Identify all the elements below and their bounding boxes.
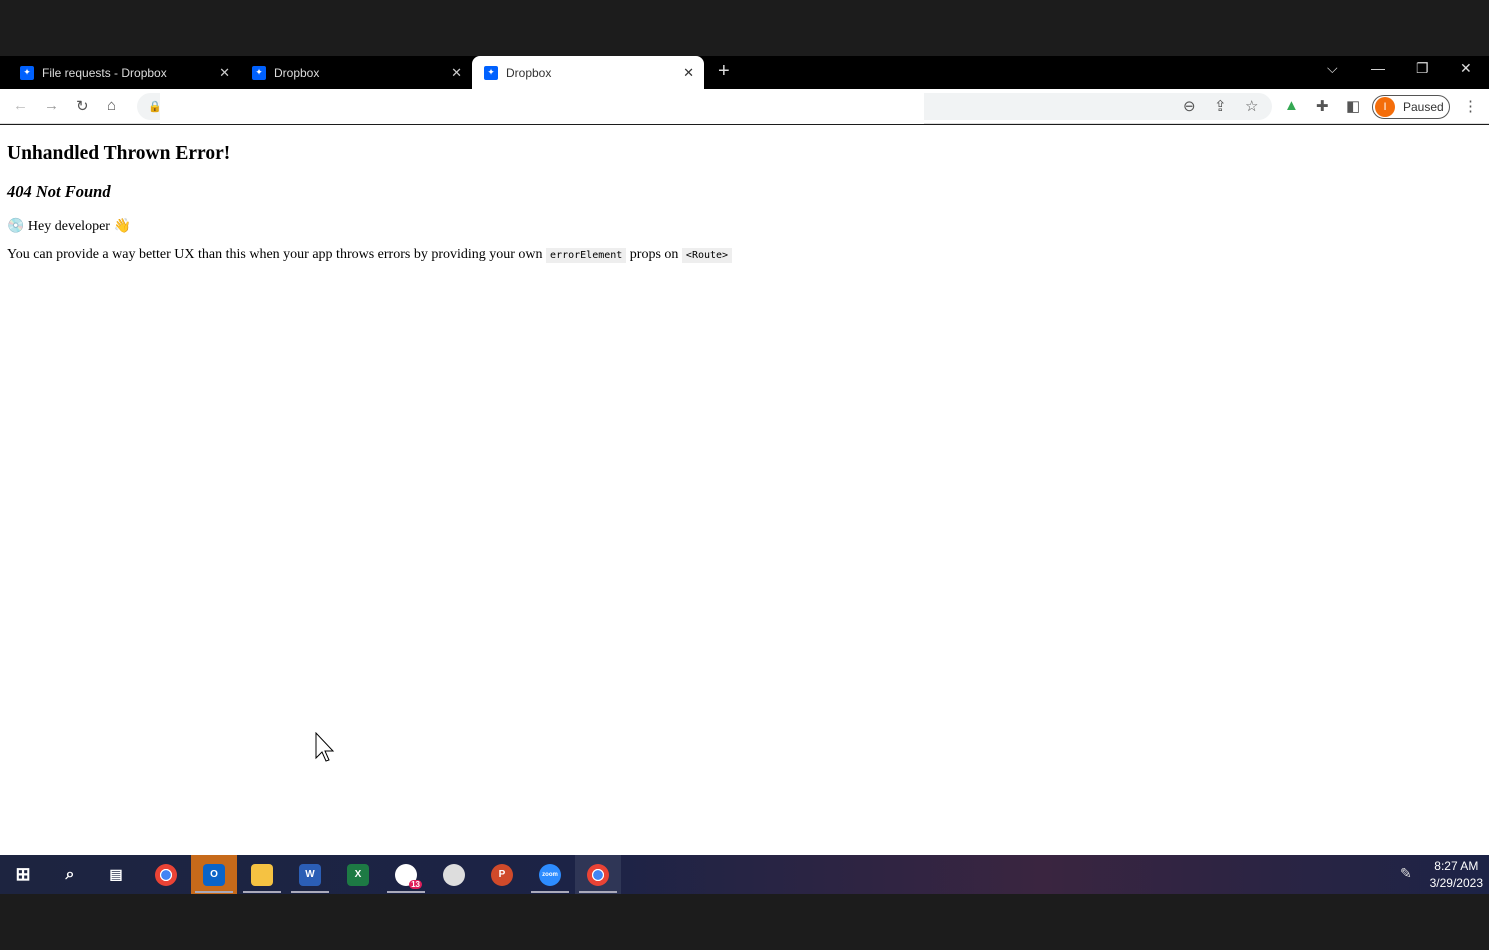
error-hint: You can provide a way better UX than thi… xyxy=(7,247,1482,263)
profile-status: Paused xyxy=(1403,100,1444,114)
zoom-app-icon: zoom xyxy=(539,863,561,886)
chrome-icon xyxy=(155,863,177,886)
browser-toolbar: ← → ↻ ⌂ 🔒 ⊖ ⇪ ☆ ▲ ✚ ◧ I Paused ⋮ xyxy=(0,89,1489,124)
outlook-icon: O xyxy=(203,863,225,886)
search-button[interactable]: ⌕ xyxy=(47,855,93,894)
taskbar-chrome-active[interactable] xyxy=(575,855,621,894)
windows-icon: ⊞ xyxy=(15,864,31,884)
pen-icon[interactable]: ✎ xyxy=(1400,865,1412,882)
tab-dropbox[interactable]: ✦ Dropbox ✕ xyxy=(240,56,472,89)
tab-search-chevron-icon[interactable]: ⌵ xyxy=(1327,60,1338,77)
taskbar-powerpoint[interactable]: P xyxy=(479,855,525,894)
zoom-icon[interactable]: ⊖ xyxy=(1183,97,1196,115)
page-content: Unhandled Thrown Error! 404 Not Found 💿 … xyxy=(0,125,1489,855)
taskbar-chrome[interactable] xyxy=(143,855,189,894)
search-icon: ⌕ xyxy=(65,865,75,883)
dropbox-icon: ✦ xyxy=(20,65,34,80)
url-redacted xyxy=(160,89,924,124)
taskbar-word[interactable]: W xyxy=(287,855,333,894)
task-view-button[interactable]: ▤ xyxy=(93,855,139,894)
taskbar-file-explorer[interactable] xyxy=(239,855,285,894)
dropbox-icon: ✦ xyxy=(252,65,266,80)
notification-badge: 13 xyxy=(409,879,422,889)
taskbar-paint[interactable] xyxy=(431,855,477,894)
back-button[interactable]: ← xyxy=(13,97,28,114)
clock[interactable]: 8:27 AM 3/29/2023 xyxy=(1430,858,1483,892)
hey-developer: 💿 Hey developer 👋 xyxy=(7,219,131,234)
slack-icon: 13 xyxy=(395,863,422,889)
task-view-icon: ▤ xyxy=(109,866,123,882)
close-tab-icon[interactable]: ✕ xyxy=(683,65,694,81)
code-error-element: errorElement xyxy=(546,248,627,263)
minimize-button[interactable]: — xyxy=(1371,60,1385,76)
side-panel-icon[interactable]: ◧ xyxy=(1346,97,1360,115)
code-route: <Route> xyxy=(681,248,733,263)
profile-button[interactable]: I Paused xyxy=(1372,95,1450,119)
tab-file-requests[interactable]: ✦ File requests - Dropbox ✕ xyxy=(0,56,240,89)
chrome-icon xyxy=(587,863,609,886)
excel-icon: X xyxy=(347,863,369,886)
dropbox-icon: ✦ xyxy=(484,65,498,80)
hint-text: props on xyxy=(629,247,679,262)
hint-text: You can provide a way better UX than thi… xyxy=(7,247,543,262)
share-icon[interactable]: ⇪ xyxy=(1214,97,1227,115)
avatar: I xyxy=(1375,97,1395,117)
error-status: 404 Not Found xyxy=(7,182,111,201)
extensions-icon[interactable]: ✚ xyxy=(1316,97,1329,115)
start-button[interactable]: ⊞ xyxy=(0,855,46,894)
tab-title: Dropbox xyxy=(506,65,552,80)
mouse-cursor-icon xyxy=(315,732,335,762)
powerpoint-icon: P xyxy=(491,863,513,886)
restore-button[interactable]: ❐ xyxy=(1416,60,1429,77)
folder-icon xyxy=(251,863,273,886)
taskbar-zoom[interactable]: zoom xyxy=(527,855,573,894)
taskbar-slack[interactable]: 13 xyxy=(383,855,429,894)
new-tab-button[interactable]: + xyxy=(718,60,730,83)
taskbar-excel[interactable]: X xyxy=(335,855,381,894)
tab-dropbox-active[interactable]: ✦ Dropbox ✕ xyxy=(472,56,704,89)
date: 3/29/2023 xyxy=(1429,876,1483,890)
word-icon: W xyxy=(299,863,321,886)
google-drive-icon[interactable]: ▲ xyxy=(1284,97,1299,114)
close-window-button[interactable]: ✕ xyxy=(1460,60,1472,77)
tab-title: File requests - Dropbox xyxy=(42,65,167,80)
page-title: Unhandled Thrown Error! xyxy=(7,143,231,164)
paint-icon xyxy=(443,863,465,886)
forward-button[interactable]: → xyxy=(44,97,59,114)
time: 8:27 AM xyxy=(1434,859,1479,873)
reload-button[interactable]: ↻ xyxy=(76,97,89,115)
close-tab-icon[interactable]: ✕ xyxy=(451,65,462,81)
taskbar: ⊞ ⌕ ▤ O W X 13 P zoom ✎ 8:27 AM 3/29/2023 xyxy=(0,855,1489,894)
close-tab-icon[interactable]: ✕ xyxy=(219,65,230,81)
tab-title: Dropbox xyxy=(274,65,320,80)
tab-strip: ✦ File requests - Dropbox ✕ ✦ Dropbox ✕ ✦ Dro… xyxy=(0,56,1489,89)
home-button[interactable]: ⌂ xyxy=(107,97,116,114)
menu-icon[interactable]: ⋮ xyxy=(1463,97,1478,115)
taskbar-outlook[interactable]: O xyxy=(191,855,237,894)
bookmark-star-icon[interactable]: ☆ xyxy=(1245,97,1258,115)
